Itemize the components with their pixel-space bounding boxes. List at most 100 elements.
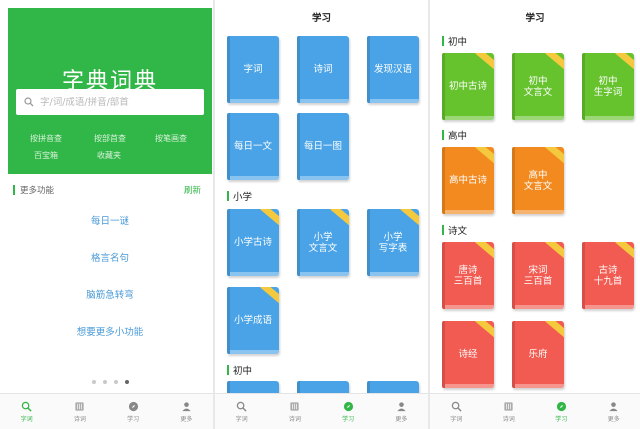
section-marker: [442, 225, 444, 235]
book-title: 初中 文言文: [523, 75, 553, 98]
book-poetry[interactable]: 诗词: [297, 36, 349, 103]
new-ribbon: [545, 242, 564, 262]
search-input[interactable]: [40, 96, 204, 108]
nav-label: 字词: [20, 415, 33, 423]
book-title: 高中古诗: [448, 175, 487, 186]
book-tang-poems[interactable]: 唐诗 三百首: [442, 242, 494, 309]
nav-item-2[interactable]: 学习: [107, 394, 160, 429]
nav-label: 更多: [607, 415, 620, 423]
book-icon: [503, 401, 514, 414]
nav-item-0[interactable]: 字词: [430, 394, 483, 429]
bottom-nav: 字词 诗词 学习 更多: [0, 393, 213, 429]
search-icon: [21, 401, 32, 414]
nav-item-2[interactable]: 学习: [535, 394, 588, 429]
study-screen-primary: 学习 字词 诗词 发现汉语 每日一文 每日一图 小学 小学古诗 小学 文言文 小…: [215, 0, 428, 429]
new-ribbon: [545, 321, 564, 341]
new-ribbon: [475, 53, 494, 73]
new-ribbon: [330, 209, 349, 229]
section-junior-high: 初中: [442, 34, 467, 48]
hero-banner: 字典词典 按拼音查 按部首查 按笔画查 百宝箱 收藏夹: [8, 8, 212, 174]
book-title: 诗经: [458, 349, 478, 360]
book-primary-poems[interactable]: 小学古诗: [227, 209, 279, 276]
nav-item-2[interactable]: 学习: [322, 394, 375, 429]
nav-label: 学习: [342, 415, 355, 423]
book-nineteen-poems[interactable]: 古诗 十九首: [582, 242, 634, 309]
nav-label: 学习: [127, 415, 140, 423]
nav-item-3[interactable]: 更多: [160, 394, 213, 429]
dictionary-home-screen: 字典词典 按拼音查 按部首查 按笔画查 百宝箱 收藏夹 更多功能 刷新 每日一谜…: [0, 0, 213, 429]
section-marker: [442, 130, 444, 140]
new-ribbon: [615, 53, 634, 73]
book-title: 小学 文言文: [308, 231, 338, 254]
nav-label: 字词: [450, 415, 463, 423]
section-marker: [442, 36, 444, 46]
book-title: 小学 写字表: [378, 231, 408, 254]
book-senior-classical[interactable]: 高中 文言文: [512, 147, 564, 214]
search-box[interactable]: [16, 89, 204, 115]
nav-item-1[interactable]: 诗词: [53, 394, 106, 429]
book-title: 发现汉语: [373, 64, 412, 75]
nav-label: 诗词: [288, 415, 301, 423]
nav-item-3[interactable]: 更多: [588, 394, 640, 429]
more-features-heading: 更多功能: [13, 184, 54, 196]
book-senior-poems[interactable]: 高中古诗: [442, 147, 494, 214]
book-title: 每日一文: [233, 141, 272, 152]
section-marker: [227, 191, 229, 201]
section-label: 初中: [233, 366, 253, 377]
book-title: 乐府: [528, 349, 548, 360]
nav-item-1[interactable]: 诗词: [268, 394, 321, 429]
book-shijing[interactable]: 诗经: [442, 321, 494, 388]
quick-link-favorites[interactable]: 收藏夹: [97, 150, 121, 161]
feature-request-more[interactable]: 想要更多小功能: [8, 324, 212, 338]
book-words[interactable]: 字词: [227, 36, 279, 103]
feature-brain-teaser[interactable]: 脑筋急转弯: [8, 287, 212, 301]
book-primary-classical[interactable]: 小学 文言文: [297, 209, 349, 276]
nav-label: 更多: [180, 415, 193, 423]
book-title: 初中古诗: [448, 81, 487, 92]
nav-item-3[interactable]: 更多: [375, 394, 428, 429]
page-dot: [92, 380, 96, 384]
book-junior-vocab[interactable]: 初中 生字词: [582, 53, 634, 120]
book-daily-article[interactable]: 每日一文: [227, 113, 279, 180]
book-title: 小学古诗: [233, 237, 272, 248]
book-daily-picture[interactable]: 每日一图: [297, 113, 349, 180]
quick-link-toolbox[interactable]: 百宝箱: [34, 150, 58, 161]
quick-link-radical[interactable]: 按部首查: [94, 133, 126, 144]
book-junior-classical[interactable]: 初中 文言文: [512, 53, 564, 120]
book-title: 初中 生字词: [593, 75, 623, 98]
quick-link-pinyin[interactable]: 按拼音查: [30, 133, 62, 144]
quick-link-strokes[interactable]: 按笔画查: [155, 133, 187, 144]
bottom-nav: 字词 诗词 学习 更多: [215, 393, 428, 429]
bottom-nav: 字词 诗词 学习 更多: [430, 393, 640, 429]
book-title: 宋词 三百首: [523, 264, 553, 287]
book-primary-characters[interactable]: 小学 写字表: [367, 209, 419, 276]
book-title: 每日一图: [303, 141, 342, 152]
person-icon: [608, 401, 619, 414]
new-ribbon: [545, 53, 564, 73]
section-label: 初中: [448, 37, 468, 48]
section-senior-high: 高中: [442, 128, 467, 142]
book-junior-poems[interactable]: 初中古诗: [442, 53, 494, 120]
nav-label: 学习: [555, 415, 568, 423]
book-title: 诗词: [313, 64, 333, 75]
book-discover-chinese[interactable]: 发现汉语: [367, 36, 419, 103]
nav-item-1[interactable]: 诗词: [483, 394, 536, 429]
refresh-link[interactable]: 刷新: [184, 184, 201, 196]
search-icon: [24, 97, 34, 107]
feature-daily-riddle[interactable]: 每日一谜: [8, 213, 212, 227]
page-dot: [114, 380, 118, 384]
page-title: 学习: [311, 13, 331, 24]
book-song-ci[interactable]: 宋词 三百首: [512, 242, 564, 309]
nav-item-0[interactable]: 字词: [0, 394, 53, 429]
book-primary-idioms[interactable]: 小学成语: [227, 287, 279, 354]
nav-item-0[interactable]: 字词: [215, 394, 268, 429]
page-dot: [103, 380, 107, 384]
more-features-label: 更多功能: [20, 186, 55, 196]
new-ribbon: [615, 242, 634, 262]
quick-links: 按拼音查 按部首查 按笔画查 百宝箱 收藏夹: [8, 133, 212, 173]
person-icon: [396, 401, 407, 414]
book-yuefu[interactable]: 乐府: [512, 321, 564, 388]
feature-quotes[interactable]: 格言名句: [8, 250, 212, 264]
book-title: 小学成语: [233, 315, 272, 326]
section-poetry: 诗文: [442, 223, 467, 237]
